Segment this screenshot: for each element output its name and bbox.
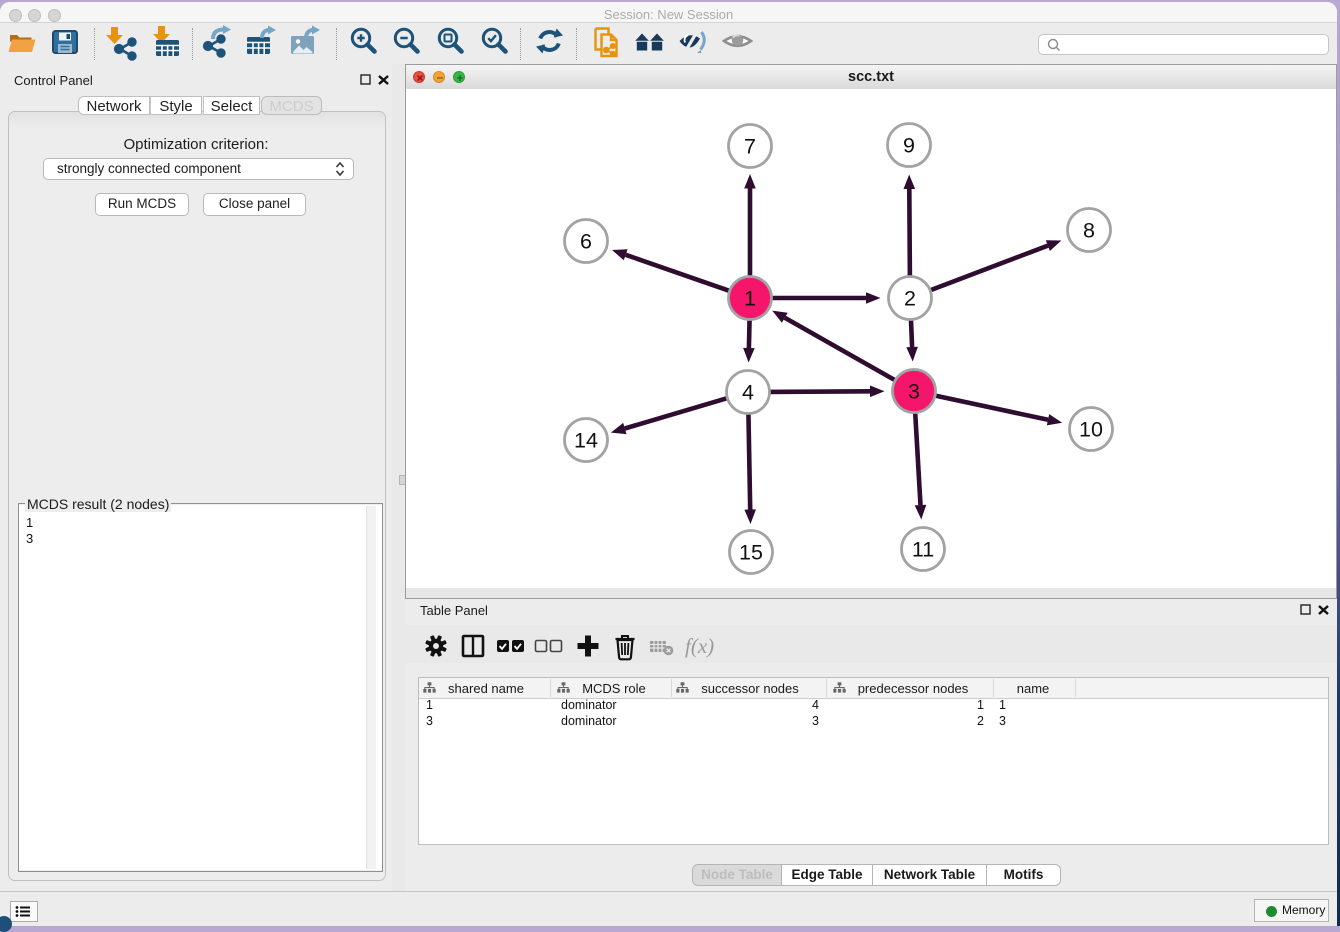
svg-text:2: 2 (904, 287, 916, 311)
svg-text:7: 7 (744, 135, 756, 159)
svg-text:14: 14 (574, 429, 598, 453)
svg-text:10: 10 (1079, 418, 1103, 442)
svg-text:1: 1 (744, 287, 756, 311)
svg-text:6: 6 (580, 230, 592, 254)
svg-text:11: 11 (912, 538, 934, 562)
svg-text:4: 4 (742, 381, 754, 405)
svg-text:15: 15 (739, 541, 763, 565)
svg-text:9: 9 (903, 134, 915, 158)
svg-text:3: 3 (908, 380, 920, 404)
svg-text:f(x): f(x) (685, 634, 714, 658)
svg-text:8: 8 (1083, 219, 1095, 243)
